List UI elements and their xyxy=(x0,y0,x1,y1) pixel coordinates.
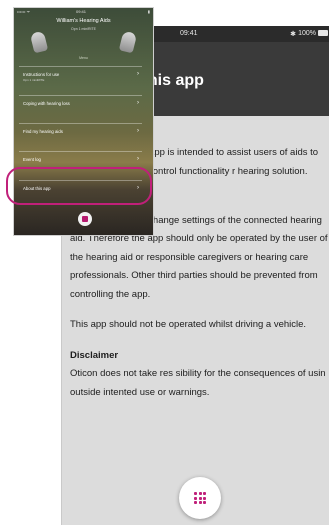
battery-icon-small: ▮ xyxy=(147,9,150,14)
menu-subtitle: Opn 1 miniRITE xyxy=(71,27,96,31)
battery-percentage: 100% xyxy=(298,30,316,37)
menu-item-label: Event log xyxy=(23,157,41,162)
chevron-right-icon: › xyxy=(137,128,139,134)
driving-warning-text: This app should not be operated whilst d… xyxy=(70,319,307,330)
chevron-right-icon: › xyxy=(137,71,139,77)
menu-item-label: Coping with hearing loss xyxy=(23,101,70,106)
grid-icon xyxy=(82,216,88,222)
menu-item-find[interactable]: Find my hearing aids › xyxy=(19,123,142,142)
bluetooth-icon: ✱ xyxy=(290,31,296,38)
menu-item-label: Instructions for use xyxy=(23,72,60,77)
status-time: 09:41 xyxy=(180,30,198,37)
menu-grid-button-small[interactable] xyxy=(78,212,92,226)
menu-section-label: Menu xyxy=(79,56,88,60)
chevron-right-icon: › xyxy=(137,156,139,162)
highlight-ring xyxy=(6,167,152,205)
menu-item-label: Find my hearing aids xyxy=(23,129,63,134)
status-time-small: 09:41 xyxy=(76,9,87,14)
menu-item-instructions[interactable]: Instructions for use Opn 1 miniRITE › xyxy=(19,66,142,85)
menu-item-coping[interactable]: Coping with hearing loss › xyxy=(19,95,142,114)
menu-grid-button[interactable] xyxy=(179,477,221,519)
carrier-signal: •••••• ᯤ xyxy=(17,9,31,14)
intro-text: App is intended to assist users of aids … xyxy=(148,147,319,177)
disclaimer-text: Oticon does not take res sibility for th… xyxy=(70,368,326,398)
status-bar-small: •••••• ᯤ 09:41 ▮ xyxy=(14,8,153,16)
grid-icon xyxy=(194,492,206,504)
battery-icon xyxy=(318,30,328,36)
disclaimer-heading: Disclaimer xyxy=(70,349,119,361)
menu-title: William's Hearing Aids xyxy=(56,18,111,24)
menu-item-sub: Opn 1 miniRITE xyxy=(23,78,45,82)
chevron-right-icon: › xyxy=(137,100,139,106)
